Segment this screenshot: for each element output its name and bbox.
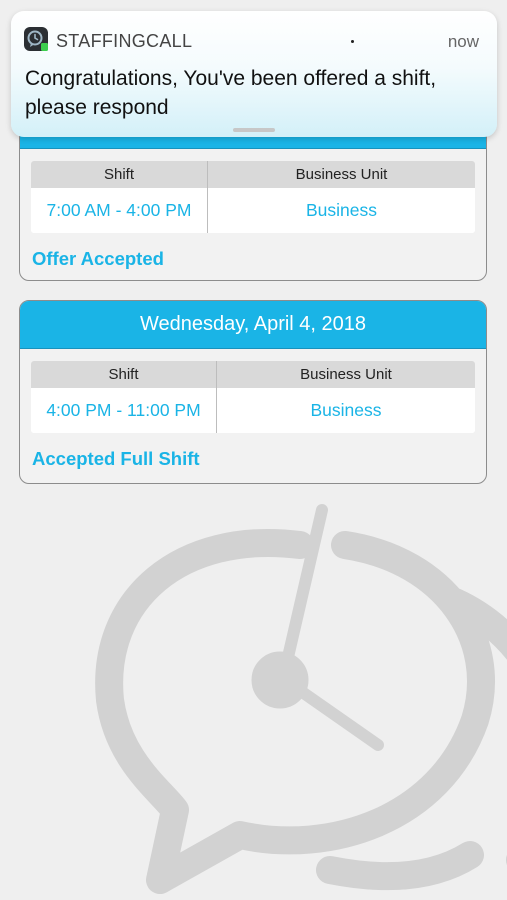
business-unit-value: Business <box>217 388 475 433</box>
business-unit-column-header: Business Unit <box>208 161 475 188</box>
business-unit-column-header: Business Unit <box>217 361 475 388</box>
notification-message: Congratulations, You've been offered a s… <box>25 67 437 119</box>
notification-time: now <box>447 32 479 51</box>
shift-date-header: Wednesday, April 4, 2018 <box>20 301 486 349</box>
push-notification-banner[interactable]: STAFFINGCALL now Congratulations, You've… <box>11 11 497 137</box>
shift-table: Shift Business Unit 7:00 AM - 4:00 PM Bu… <box>31 161 475 233</box>
shift-status: Accepted Full Shift <box>32 448 200 469</box>
shift-card[interactable]: Wednesday, April 4, 2018 Shift Business … <box>19 300 487 484</box>
shift-column-header: Shift <box>31 161 208 188</box>
status-dot <box>351 40 354 43</box>
notification-app-name: STAFFINGCALL <box>56 31 193 51</box>
shift-status: Offer Accepted <box>32 248 164 269</box>
staffingcall-app-icon <box>24 27 48 51</box>
shift-card[interactable]: Shift Business Unit 7:00 AM - 4:00 PM Bu… <box>19 120 487 281</box>
notification-drag-handle[interactable] <box>233 128 275 132</box>
business-unit-value: Business <box>208 188 475 233</box>
shift-time-range: 7:00 AM - 4:00 PM <box>31 188 208 233</box>
shift-column-header: Shift <box>31 361 217 388</box>
shift-time-range: 4:00 PM - 11:00 PM <box>31 388 217 433</box>
shift-table: Shift Business Unit 4:00 PM - 11:00 PM B… <box>31 361 475 433</box>
